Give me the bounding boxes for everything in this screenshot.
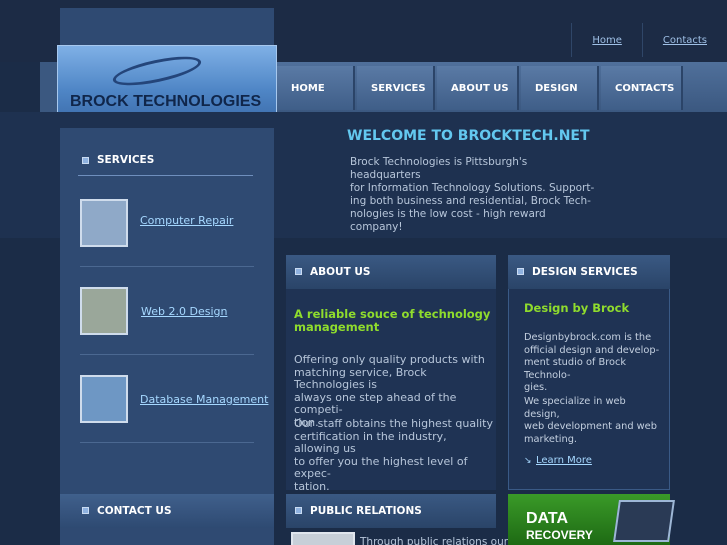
bullet-square-icon [517, 268, 524, 275]
top-link-contacts[interactable]: Contacts [641, 23, 727, 57]
public-relations-heading: PUBLIC RELATIONS [286, 494, 496, 528]
service-link-database-management[interactable]: Database Management [140, 393, 268, 406]
bullet-square-icon [82, 157, 89, 164]
services-title: SERVICES [97, 154, 155, 166]
person-photo [291, 532, 355, 545]
contact-title: CONTACT US [97, 505, 172, 517]
design-heading: DESIGN SERVICES [508, 255, 670, 289]
welcome-line: for Information Technology Solutions. Su… [350, 182, 595, 194]
text-line: web development and web [524, 421, 657, 432]
nav-design[interactable]: DESIGN [521, 66, 599, 110]
public-relations-title: PUBLIC RELATIONS [310, 505, 422, 517]
contact-heading: CONTACT US [60, 494, 274, 528]
service-link-web-design[interactable]: Web 2.0 Design [141, 305, 227, 318]
laptop-icon [613, 500, 675, 542]
arrow-icon: ↘ [524, 456, 532, 466]
design-title: DESIGN SERVICES [532, 266, 638, 278]
text-line: Designbybrock.com is the [524, 332, 652, 343]
about-title: ABOUT US [310, 266, 371, 278]
nav-about-us[interactable]: ABOUT US [437, 66, 519, 110]
bullet-square-icon [82, 507, 89, 514]
text-line: certification in the industry, allowing … [294, 429, 447, 455]
logo-text: BROCK TECHNOLOGIES [70, 93, 262, 110]
design-subtitle: Design by Brock [524, 301, 630, 315]
text-line: gies. [524, 382, 548, 393]
text-line: Offering only quality products with [294, 353, 485, 366]
welcome-line: Brock Technologies is Pittsburgh's headq… [350, 156, 528, 181]
welcome-line: nologies is the low cost - high reward c… [350, 208, 546, 233]
nav-contacts[interactable]: CONTACTS [601, 66, 683, 110]
about-subtitle-line: management [294, 320, 380, 334]
bullet-square-icon [295, 268, 302, 275]
welcome-title: WELCOME TO BROCKTECH.NET [347, 128, 590, 144]
top-links: Home Contacts [571, 22, 727, 58]
mouse-thumbnail[interactable] [80, 287, 128, 335]
service-link-computer-repair[interactable]: Computer Repair [140, 214, 233, 227]
design-paragraph-1: Designbybrock.com is the official design… [524, 332, 664, 395]
text-line: matching service, Brock Technologies is [294, 365, 427, 391]
text-line: ment studio of Brock Technolo- [524, 357, 627, 381]
learn-more-link[interactable]: Learn More [536, 455, 592, 466]
welcome-line: ing both business and residential, Brock… [350, 195, 591, 207]
recovery-line-2: RECOVERY [526, 528, 593, 542]
services-heading: SERVICES [78, 145, 253, 175]
about-heading: ABOUT US [286, 255, 496, 289]
bullet-square-icon [295, 507, 302, 514]
laptop-thumbnail[interactable] [80, 199, 128, 247]
divider [80, 354, 254, 355]
divider [78, 175, 253, 176]
divider [80, 266, 254, 267]
divider [80, 442, 254, 443]
text-line: We specialize in web design, [524, 396, 626, 420]
top-link-home[interactable]: Home [571, 23, 642, 57]
text-line: tation. [294, 479, 330, 493]
building-thumbnail[interactable] [80, 375, 128, 423]
main-nav: HOME SERVICES ABOUT US DESIGN CONTACTS [277, 62, 727, 112]
recovery-line-1: DATA [526, 510, 569, 527]
about-paragraph-2: Our staff obtains the highest quality ce… [294, 417, 494, 493]
welcome-text: Brock Technologies is Pittsburgh's headq… [350, 156, 600, 234]
text-line: to offer you the highest level of expec- [294, 454, 468, 480]
about-subtitle: A reliable souce of technology managemen… [294, 308, 494, 334]
text-line: official design and develop- [524, 344, 660, 356]
text-line: always one step ahead of the competi- [294, 390, 457, 416]
public-relations-text: Through public relations our [360, 536, 509, 545]
nav-services[interactable]: SERVICES [357, 66, 435, 110]
text-line: marketing. [524, 433, 578, 445]
design-paragraph-2: We specialize in web design, web develop… [524, 396, 664, 446]
nav-home[interactable]: HOME [277, 66, 355, 110]
text-line: Our staff obtains the highest quality [294, 417, 493, 430]
